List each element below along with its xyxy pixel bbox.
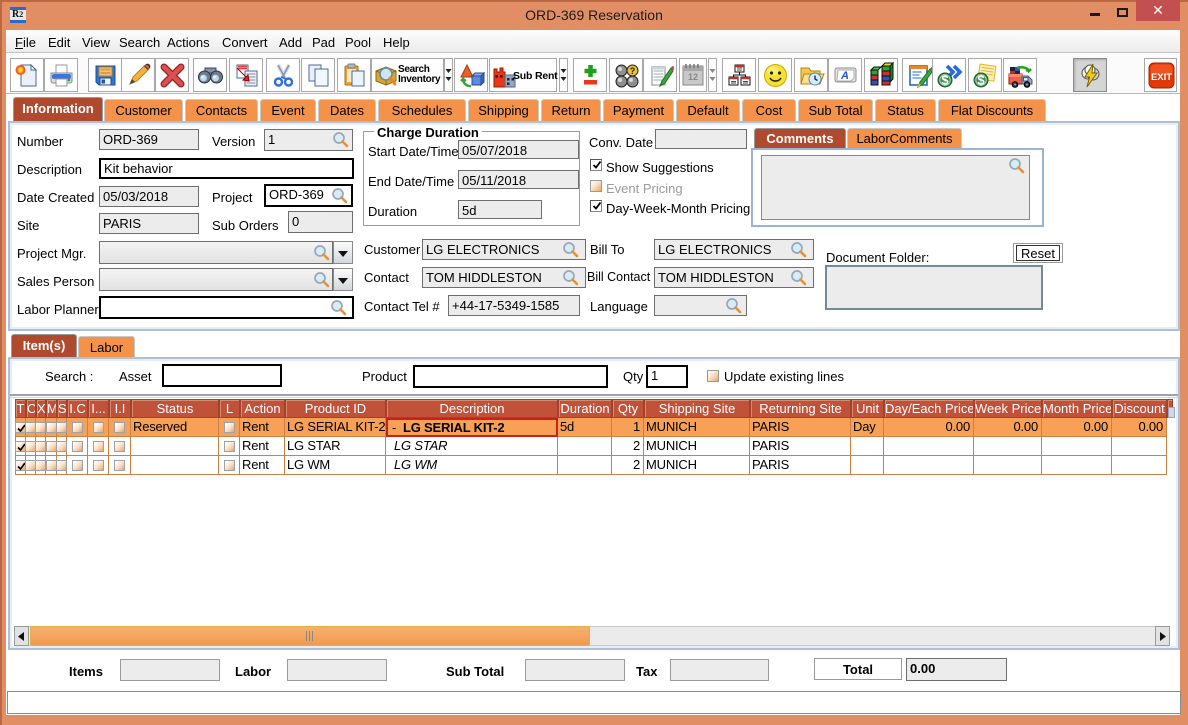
svg-text:A: A	[840, 70, 849, 82]
svg-text:$: $	[941, 73, 949, 88]
svg-text:EXIT: EXIT	[1151, 72, 1172, 83]
svg-text:12: 12	[688, 72, 698, 82]
svg-text:?: ?	[630, 66, 636, 76]
svg-text:$: $	[977, 73, 985, 88]
